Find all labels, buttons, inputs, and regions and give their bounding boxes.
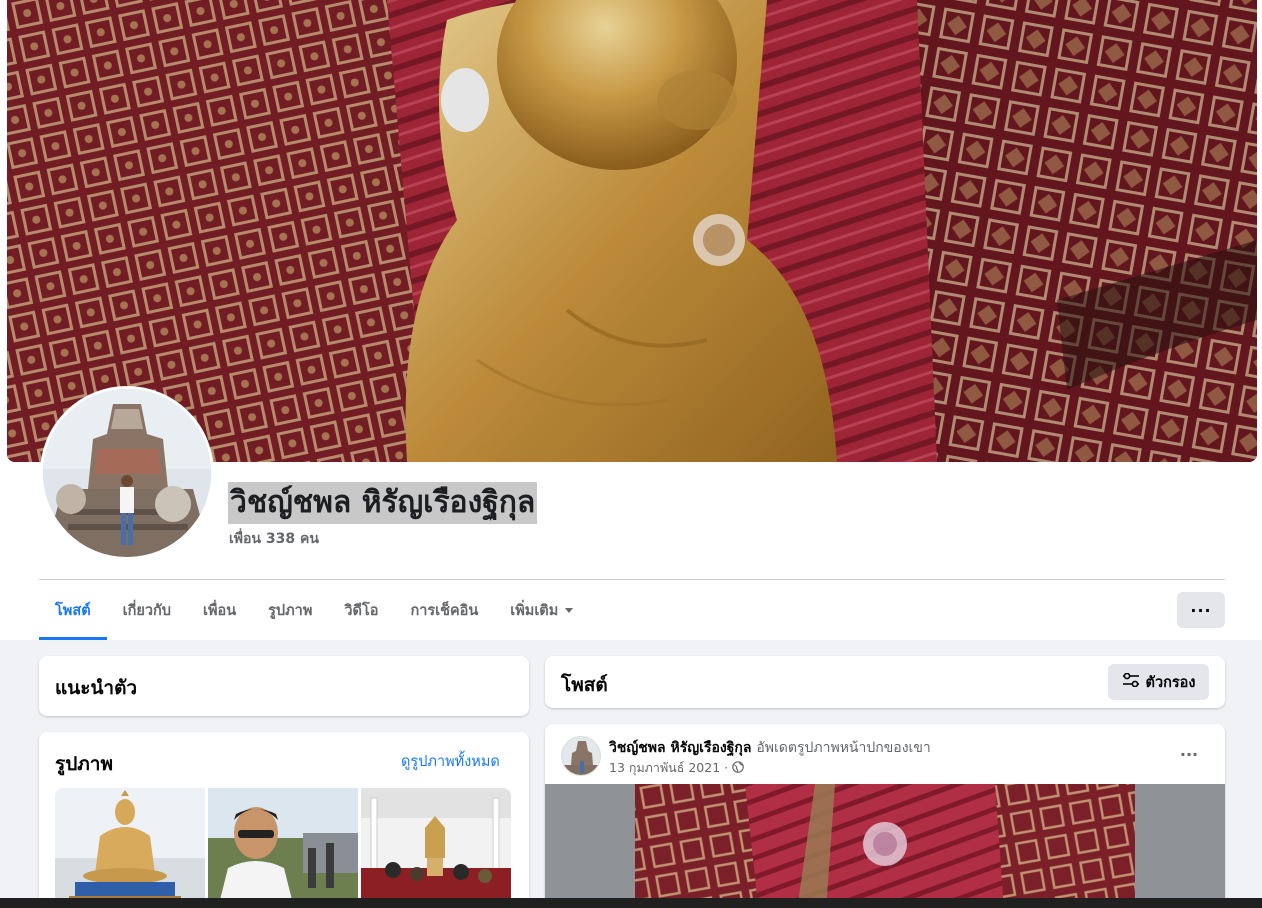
posts-header-card: โพสต์ ตัวกรอง: [545, 656, 1225, 708]
tab-label: รูปภาพ: [268, 602, 313, 619]
tab-friends[interactable]: เพื่อน: [187, 580, 252, 640]
post-card: วิชญ์ชพล หิรัญเรืองฐิกุล อัพเดตรูปภาพหน้…: [545, 724, 1225, 908]
see-all-photos-link[interactable]: ดูรูปภาพทั้งหมด: [401, 750, 500, 773]
os-taskbar: [0, 898, 1262, 908]
post-image[interactable]: [635, 784, 1135, 908]
post-more-options-button[interactable]: ···: [1171, 738, 1207, 770]
photos-card: รูปภาพ ดูรูปภาพทั้งหมด: [39, 732, 529, 908]
posts-title: โพสต์: [561, 674, 608, 696]
post-author-line: วิชญ์ชพล หิรัญเรืองฐิกุล อัพเดตรูปภาพหน้…: [609, 737, 931, 759]
photo-thumbnail[interactable]: [208, 788, 358, 908]
profile-name: วิชญ์ชพล หิรัญเรืองฐิกุล: [228, 482, 538, 524]
more-options-button[interactable]: ···: [1177, 592, 1225, 628]
chevron-down-icon: [565, 607, 574, 613]
tab-posts[interactable]: โพสต์: [39, 580, 107, 640]
tab-label: เพิ่มเติม: [510, 602, 559, 619]
tab-label: โพสต์: [55, 602, 91, 619]
profile-picture-image: [43, 389, 211, 557]
post-meta: 13 กุมภาพันธ์ 2021 ·: [609, 758, 744, 778]
post-date[interactable]: 13 กุมภาพันธ์ 2021 ·: [609, 758, 728, 778]
post-action-text: อัพเดตรูปภาพหน้าปกของเขา: [756, 740, 931, 756]
post-media-area: [545, 784, 1225, 908]
filter-button[interactable]: ตัวกรอง: [1108, 664, 1209, 700]
photos-title: รูปภาพ: [55, 753, 113, 775]
tab-checkins[interactable]: การเช็คอิน: [394, 580, 494, 640]
post-author-avatar[interactable]: [561, 736, 601, 776]
profile-picture[interactable]: [40, 386, 214, 560]
tab-label: เพื่อน: [202, 602, 237, 619]
intro-title: แนะนำตัว: [55, 677, 138, 699]
photo-thumbnail[interactable]: [361, 788, 511, 908]
filter-label: ตัวกรอง: [1145, 674, 1196, 691]
tab-label: การเช็คอิน: [410, 602, 479, 619]
profile-tabs: โพสต์ เกี่ยวกับ เพื่อน รูปภาพ วิดีโอ การ…: [39, 580, 589, 640]
tab-about[interactable]: เกี่ยวกับ: [107, 580, 187, 640]
tab-videos[interactable]: วิดีโอ: [328, 580, 394, 640]
post-author-name[interactable]: วิชญ์ชพล หิรัญเรืองฐิกุล: [609, 740, 751, 756]
cover-photo[interactable]: [7, 0, 1257, 462]
tab-label: วิดีโอ: [344, 602, 379, 619]
friends-count[interactable]: เพื่อน 338 คน: [229, 528, 319, 550]
photo-thumbnail[interactable]: [55, 788, 205, 908]
tab-photos[interactable]: รูปภาพ: [252, 580, 328, 640]
tab-label: เกี่ยวกับ: [122, 602, 171, 619]
sliders-icon: [1122, 672, 1140, 691]
tab-more[interactable]: เพิ่มเติม: [494, 580, 589, 640]
globe-icon: [732, 760, 744, 776]
intro-card: แนะนำตัว: [39, 656, 529, 716]
